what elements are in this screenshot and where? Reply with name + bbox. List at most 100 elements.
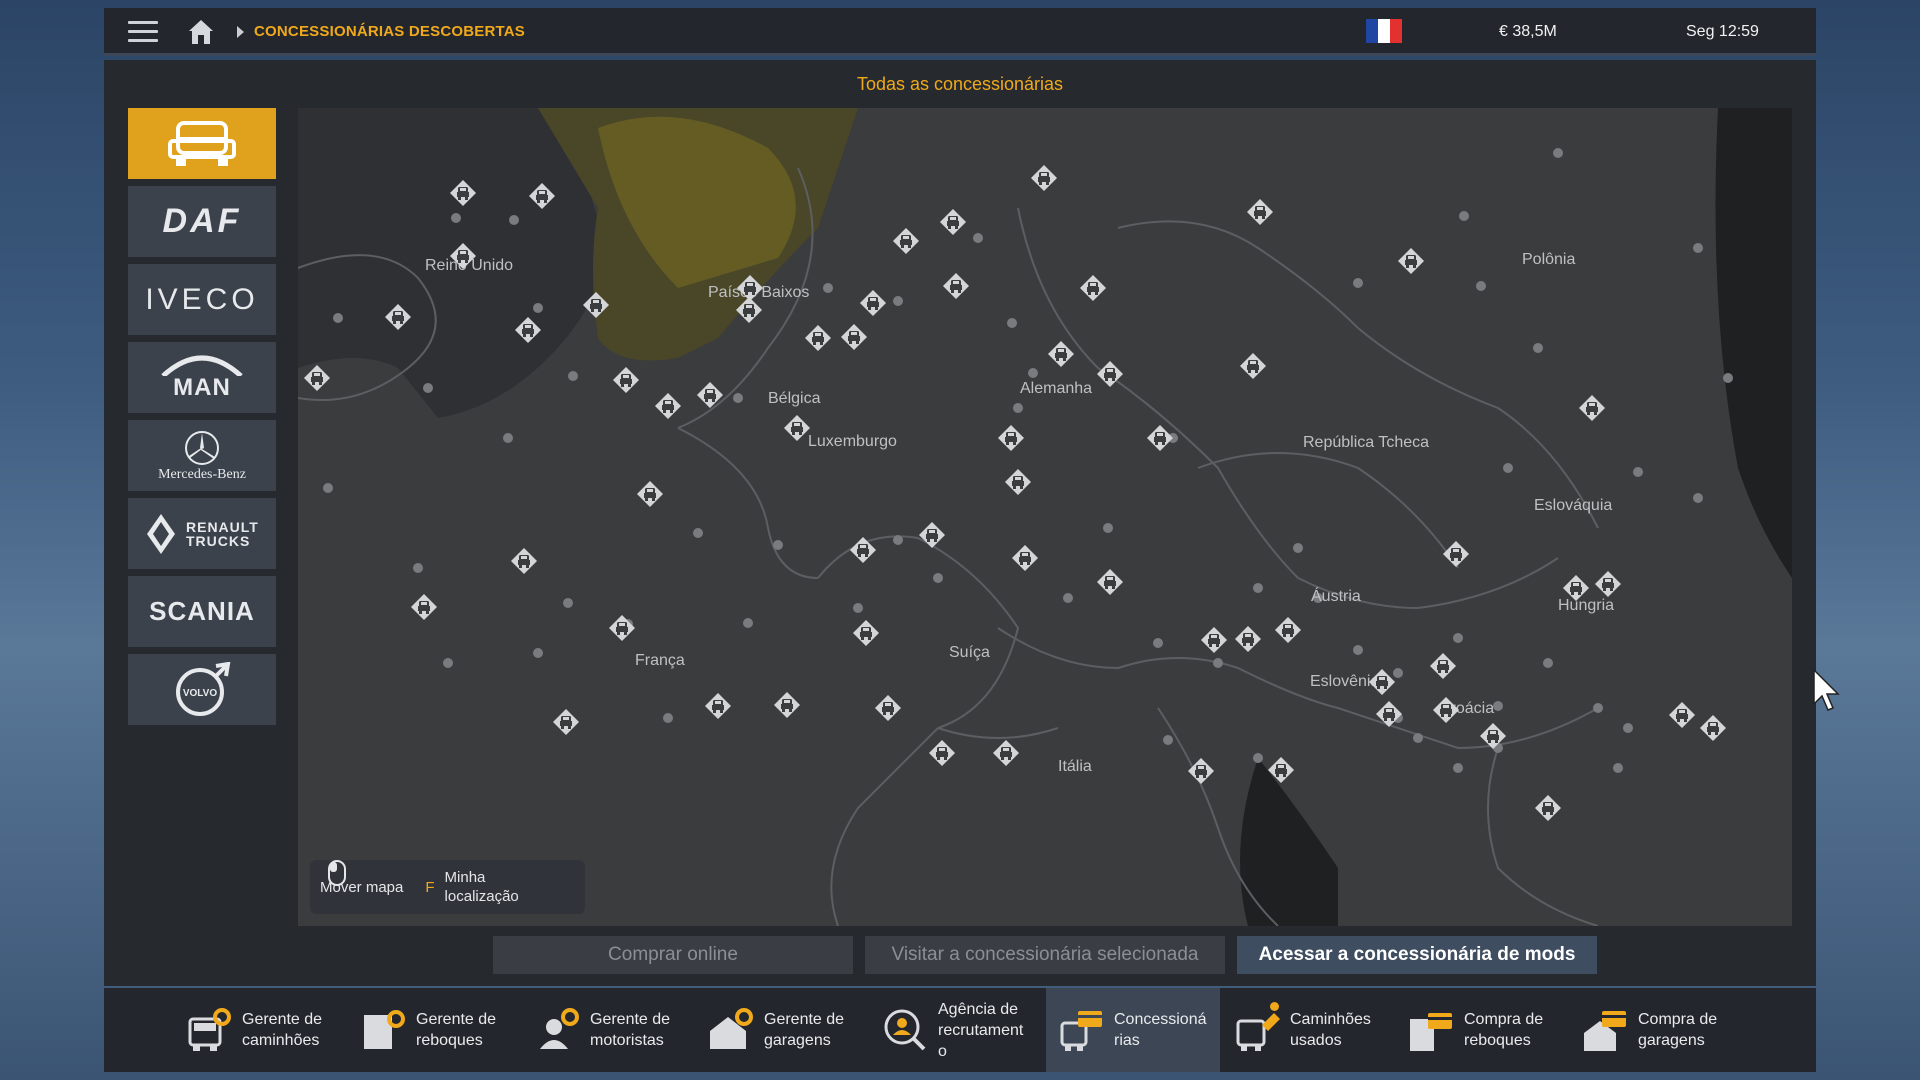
dealer-marker-icon[interactable] bbox=[1479, 722, 1507, 750]
dealer-marker-icon[interactable] bbox=[1246, 198, 1274, 226]
brand-renault-button[interactable]: RENAULT TRUCKS bbox=[128, 498, 276, 569]
dealer-marker-icon[interactable] bbox=[704, 692, 732, 720]
dealer-marker-icon[interactable] bbox=[1274, 616, 1302, 644]
dealer-marker-icon[interactable] bbox=[1030, 164, 1058, 192]
nav-driver-manager[interactable]: Gerente de motoristas bbox=[532, 988, 702, 1072]
dealer-marker-icon[interactable] bbox=[449, 179, 477, 207]
brand-all-button[interactable] bbox=[128, 108, 276, 179]
brand-volvo-button[interactable]: VOLVO bbox=[128, 654, 276, 725]
my-location-label-line1: Minha bbox=[444, 869, 486, 886]
dealer-marker-icon[interactable] bbox=[1562, 574, 1590, 602]
dealer-marker-icon[interactable] bbox=[1594, 570, 1622, 598]
city-dot bbox=[853, 603, 863, 613]
dealer-marker-icon[interactable] bbox=[1432, 696, 1460, 724]
city-dot bbox=[773, 540, 783, 550]
dealer-marker-icon[interactable] bbox=[1234, 625, 1262, 653]
dealer-map[interactable]: Reino Unido Países Baixos Bélgica Luxemb… bbox=[298, 108, 1792, 926]
home-icon[interactable] bbox=[186, 18, 216, 46]
dealer-marker-icon[interactable] bbox=[992, 739, 1020, 767]
dealer-marker-icon[interactable] bbox=[783, 414, 811, 442]
dealer-marker-icon[interactable] bbox=[552, 708, 580, 736]
dealer-marker-icon[interactable] bbox=[1578, 394, 1606, 422]
dealer-marker-icon[interactable] bbox=[1011, 544, 1039, 572]
brand-iveco-button[interactable]: IVECO bbox=[128, 264, 276, 335]
dealer-marker-icon[interactable] bbox=[735, 296, 763, 324]
dealer-marker-icon[interactable] bbox=[696, 381, 724, 409]
dealer-marker-icon[interactable] bbox=[849, 536, 877, 564]
dealer-marker-icon[interactable] bbox=[1375, 700, 1403, 728]
city-dot bbox=[743, 618, 753, 628]
dealer-marker-icon[interactable] bbox=[942, 272, 970, 300]
dealer-marker-icon[interactable] bbox=[1200, 626, 1228, 654]
mods-dealer-button[interactable]: Acessar a concessionária de mods bbox=[1237, 936, 1597, 974]
brand-scania-button[interactable]: SCANIA bbox=[128, 576, 276, 647]
brand-filter-list: DAF IVECO MAN Mercedes-Benz RENAULT TRUC… bbox=[128, 108, 276, 732]
dealer-marker-icon[interactable] bbox=[874, 694, 902, 722]
dealer-marker-icon[interactable] bbox=[939, 208, 967, 236]
dealer-icon bbox=[1060, 1011, 1102, 1051]
dealer-marker-icon[interactable] bbox=[1047, 340, 1075, 368]
dealer-marker-icon[interactable] bbox=[840, 323, 868, 351]
dealer-marker-icon[interactable] bbox=[612, 366, 640, 394]
dealer-marker-icon[interactable] bbox=[449, 242, 477, 270]
nav-buy-garages[interactable]: Compra de garagens bbox=[1580, 988, 1750, 1072]
brand-mercedes-button[interactable]: Mercedes-Benz bbox=[128, 420, 276, 491]
city-dot bbox=[1353, 645, 1363, 655]
dealer-marker-icon[interactable] bbox=[528, 182, 556, 210]
dealer-marker-icon[interactable] bbox=[804, 324, 832, 352]
country-label-italy: Itália bbox=[1058, 758, 1092, 775]
dealer-marker-icon[interactable] bbox=[859, 289, 887, 317]
dealer-marker-icon[interactable] bbox=[1096, 360, 1124, 388]
nav-used-trucks[interactable]: Caminhões usados bbox=[1232, 988, 1402, 1072]
dealer-marker-icon[interactable] bbox=[1096, 568, 1124, 596]
dealer-marker-icon[interactable] bbox=[1429, 652, 1457, 680]
country-label-poland: Polônia bbox=[1522, 251, 1576, 268]
dealer-marker-icon[interactable] bbox=[1239, 352, 1267, 380]
nav-trailer-manager[interactable]: Gerente de reboques bbox=[358, 988, 528, 1072]
dealer-marker-icon[interactable] bbox=[1146, 424, 1174, 452]
dealer-marker-icon[interactable] bbox=[510, 547, 538, 575]
dealer-marker-icon[interactable] bbox=[892, 227, 920, 255]
nav-truck-manager[interactable]: Gerente de caminhões bbox=[184, 988, 354, 1072]
nav-recruitment-agency[interactable]: Agência de recrutament o bbox=[880, 988, 1050, 1072]
city-dot bbox=[503, 433, 513, 443]
brand-daf-button[interactable]: DAF bbox=[128, 186, 276, 257]
visit-selected-dealer-button[interactable]: Visitar a concessionária selecionada bbox=[865, 936, 1225, 974]
brand-man-button[interactable]: MAN bbox=[128, 342, 276, 413]
dealer-marker-icon[interactable] bbox=[1079, 274, 1107, 302]
dealer-marker-icon[interactable] bbox=[303, 364, 331, 392]
nav-garage-manager[interactable]: Gerente de garagens bbox=[706, 988, 876, 1072]
nav-buy-garages-label: Compra de garagens bbox=[1638, 1011, 1718, 1049]
country-label-switzerland: Suíça bbox=[949, 644, 990, 661]
country-label-france: França bbox=[635, 652, 685, 669]
dealer-marker-icon[interactable] bbox=[654, 392, 682, 420]
dealer-marker-icon[interactable] bbox=[1267, 756, 1295, 784]
dealer-marker-icon[interactable] bbox=[1442, 540, 1470, 568]
nav-dealers[interactable]: Concessioná rias bbox=[1046, 988, 1220, 1072]
city-dot bbox=[333, 313, 343, 323]
dealer-marker-icon[interactable] bbox=[773, 691, 801, 719]
top-bar: CONCESSIONÁRIAS DESCOBERTAS € 38,5M Seg … bbox=[104, 8, 1816, 56]
dealer-marker-icon[interactable] bbox=[918, 521, 946, 549]
dealer-marker-icon[interactable] bbox=[997, 424, 1025, 452]
dealer-marker-icon[interactable] bbox=[928, 739, 956, 767]
buy-online-button[interactable]: Comprar online bbox=[493, 936, 853, 974]
dealer-marker-icon[interactable] bbox=[582, 291, 610, 319]
dealer-marker-icon[interactable] bbox=[410, 593, 438, 621]
dealer-marker-icon[interactable] bbox=[1187, 757, 1215, 785]
dealer-marker-icon[interactable] bbox=[1668, 701, 1696, 729]
my-location-label[interactable]: Minha localização bbox=[445, 868, 519, 906]
dealer-marker-icon[interactable] bbox=[1004, 468, 1032, 496]
dealer-marker-icon[interactable] bbox=[636, 480, 664, 508]
dealer-marker-icon[interactable] bbox=[1397, 247, 1425, 275]
dealer-marker-icon[interactable] bbox=[384, 303, 412, 331]
dealer-marker-icon[interactable] bbox=[608, 614, 636, 642]
menu-icon[interactable] bbox=[128, 21, 158, 43]
dealer-marker-icon[interactable] bbox=[852, 619, 880, 647]
dealer-marker-icon[interactable] bbox=[1699, 714, 1727, 742]
dealer-marker-icon[interactable] bbox=[514, 316, 542, 344]
city-dot bbox=[973, 233, 983, 243]
nav-buy-trailers[interactable]: Compra de reboques bbox=[1406, 988, 1576, 1072]
dealer-marker-icon[interactable] bbox=[1534, 794, 1562, 822]
dealer-marker-icon[interactable] bbox=[1368, 668, 1396, 696]
